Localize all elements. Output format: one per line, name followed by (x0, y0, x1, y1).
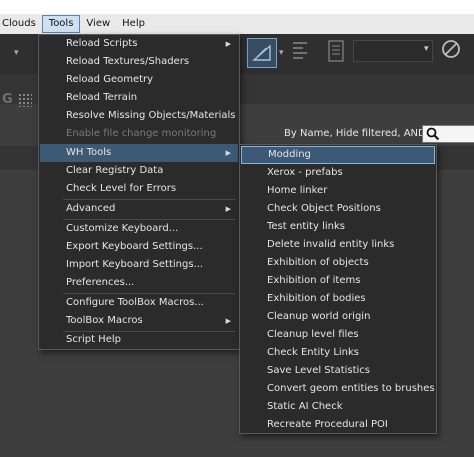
menu-item-label: WH Tools (66, 147, 112, 158)
document-icon[interactable] (328, 40, 344, 62)
search-icon (426, 127, 440, 141)
menu-clouds[interactable]: Clouds (0, 15, 42, 33)
align-list-icon[interactable] (292, 40, 308, 62)
menu-item-xerox-prefabs[interactable]: Xerox - prefabs (241, 164, 435, 182)
menu-bar: Clouds Tools View Help (0, 14, 474, 34)
g-logo-icon: G (2, 92, 13, 107)
search-input[interactable] (422, 125, 474, 143)
menu-item-exhibition-of-objects[interactable]: Exhibition of objects (241, 254, 435, 272)
submenu-arrow-icon: ▶ (225, 317, 231, 325)
grid-icon[interactable] (18, 93, 32, 107)
submenu-arrow-icon: ▶ (225, 149, 231, 157)
menu-item-save-level-statistics[interactable]: Save Level Statistics (241, 362, 435, 380)
menu-item-label: Advanced (66, 203, 116, 214)
menu-item-reload-geometry[interactable]: Reload Geometry (40, 71, 238, 89)
menu-item-enable-file-change-monitoring: Enable file change monitoring (66, 128, 217, 139)
menu-item-check-entity-links[interactable]: Check Entity Links (241, 344, 435, 362)
submenu-arrow-icon: ▶ (225, 40, 231, 48)
tool-dropdown-arrow-icon[interactable]: ▾ (279, 48, 284, 58)
menu-item-toolbox-macros[interactable]: ToolBox Macros ▶ (40, 312, 238, 330)
menu-item-advanced[interactable]: Advanced ▶ (40, 200, 238, 218)
menu-item-home-linker[interactable]: Home linker (241, 182, 435, 200)
menu-tools[interactable]: Tools (41, 15, 81, 33)
menu-item-wh-tools[interactable]: WH Tools ▶ (40, 144, 238, 162)
triangle-ruler-icon (252, 44, 271, 61)
menu-item-preferences[interactable]: Preferences... (40, 274, 238, 292)
terrain-tool-button[interactable] (247, 38, 277, 68)
menu-item-script-help[interactable]: Script Help (40, 331, 238, 349)
menu-item-check-object-positions[interactable]: Check Object Positions (241, 200, 435, 218)
menu-item-convert-geom-entities[interactable]: Convert geom entities to brushes (241, 380, 435, 398)
wh-tools-submenu: Modding Xerox - prefabs Home linker Chec… (239, 144, 437, 434)
menu-item-reload-textures-shaders[interactable]: Reload Textures/Shaders (40, 53, 238, 71)
menu-item-delete-invalid-entity-links[interactable]: Delete invalid entity links (241, 236, 435, 254)
menu-item-resolve-missing-objects[interactable]: Resolve Missing Objects/Materials (40, 107, 238, 125)
menu-view[interactable]: View (80, 15, 116, 33)
menu-item-exhibition-of-items[interactable]: Exhibition of items (241, 272, 435, 290)
no-entry-icon[interactable] (440, 38, 462, 60)
menu-item-customize-keyboard[interactable]: Customize Keyboard... (40, 220, 238, 238)
menu-item-cleanup-world-origin[interactable]: Cleanup world origin (241, 308, 435, 326)
menu-item-reload-terrain[interactable]: Reload Terrain (40, 89, 238, 107)
menu-item-label: Reload Scripts (66, 38, 138, 49)
tools-menu: Reload Scripts ▶ Reload Textures/Shaders… (38, 34, 240, 350)
menu-item-configure-toolbox-macros[interactable]: Configure ToolBox Macros... (40, 294, 238, 312)
menu-item-import-keyboard-settings[interactable]: Import Keyboard Settings... (40, 256, 238, 274)
menu-item-check-level-for-errors[interactable]: Check Level for Errors (40, 180, 238, 198)
menu-item-export-keyboard-settings[interactable]: Export Keyboard Settings... (40, 238, 238, 256)
menu-item-cleanup-level-files[interactable]: Cleanup level files (241, 326, 435, 344)
submenu-arrow-icon: ▶ (225, 205, 231, 213)
menu-item-label: ToolBox Macros (66, 315, 143, 326)
toolbar-dropdown-arrow-icon[interactable]: ▾ (14, 48, 19, 58)
menu-item-exhibition-of-bodies[interactable]: Exhibition of bodies (241, 290, 435, 308)
menu-item-reload-scripts[interactable]: Reload Scripts ▶ (40, 35, 238, 53)
menu-item-test-entity-links[interactable]: Test entity links (241, 218, 435, 236)
menu-item-clear-registry-data[interactable]: Clear Registry Data (40, 162, 238, 180)
menu-item-static-ai-check[interactable]: Static AI Check (241, 398, 435, 416)
toolbar-combo-box[interactable] (353, 40, 433, 62)
menu-item-modding[interactable]: Modding (241, 146, 435, 164)
menu-help[interactable]: Help (116, 15, 151, 33)
filter-mode-label: By Name, Hide filtered, AND (284, 128, 426, 139)
combo-dropdown-arrow-icon[interactable]: ▾ (424, 44, 429, 54)
menu-item-recreate-procedural-poi[interactable]: Recreate Procedural POI (241, 416, 435, 434)
